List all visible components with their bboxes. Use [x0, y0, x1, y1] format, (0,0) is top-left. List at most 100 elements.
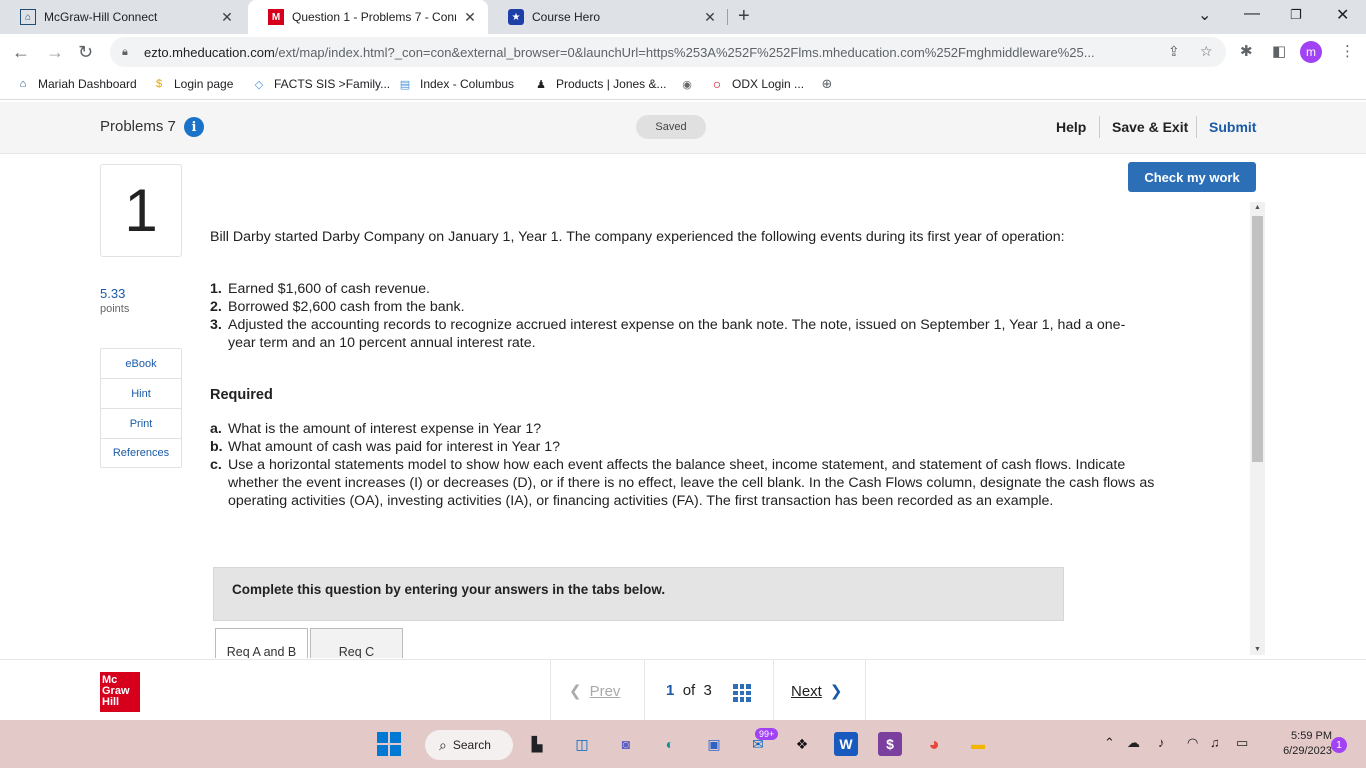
chrome-icon[interactable]: ◕ — [922, 732, 946, 756]
points-label: points — [100, 303, 130, 315]
menu-kebab-icon[interactable]: ⋮ — [1340, 42, 1355, 60]
back-icon[interactable]: ← — [12, 42, 30, 62]
bookmark-login-page[interactable]: $ Login page — [152, 77, 233, 91]
url-bar[interactable]: 🔒︎ ezto.mheducation.com/ext/map/index.ht… — [110, 37, 1226, 67]
task-view-icon[interactable]: ▙ — [525, 732, 549, 756]
app-dollar-icon[interactable]: $ — [878, 732, 902, 756]
lock-icon: 🔒︎ — [122, 45, 128, 58]
word-icon[interactable]: W — [834, 732, 858, 756]
next-button[interactable]: Next ❯ — [791, 682, 842, 700]
list-item: 3. Adjusted the accounting records to re… — [210, 317, 1126, 351]
content-scrollbar[interactable]: ▲ ▼ — [1250, 202, 1265, 655]
tab-req-a-and-b[interactable]: Req A and B — [215, 628, 308, 658]
battery-icon[interactable]: ▭ — [1236, 735, 1248, 751]
save-exit-link[interactable]: Save & Exit — [1112, 119, 1188, 135]
bookmark-eye[interactable]: ◉ — [680, 77, 702, 91]
bookmark-globe[interactable]: ⊕ — [820, 76, 842, 91]
check-my-work-button[interactable]: Check my work — [1128, 162, 1256, 192]
hint-link[interactable]: Hint — [101, 379, 181, 409]
header-divider — [1099, 116, 1100, 138]
close-tab-icon[interactable]: ✕ — [702, 9, 718, 26]
references-link[interactable]: References — [101, 439, 181, 467]
chevron-left-icon: ❮ — [569, 683, 582, 700]
bookmark-products-jones[interactable]: ♟ Products | Jones &... — [534, 77, 666, 91]
pager-divider — [773, 660, 774, 720]
new-tab-icon[interactable]: + — [738, 5, 750, 28]
microphone-icon[interactable]: ♪ — [1158, 735, 1165, 750]
taskbar-clock[interactable]: 5:59 PM 6/29/2023 — [1262, 729, 1332, 759]
scroll-down-arrow-icon[interactable]: ▼ — [1250, 646, 1265, 653]
assignment-footer: Mc Graw Hill ❮ Prev 1 of 3 Next ❯ — [0, 659, 1366, 720]
person-icon: ♟ — [536, 78, 546, 91]
scrollbar-thumb[interactable] — [1252, 216, 1263, 462]
tab-title: Question 1 - Problems 7 - Conne — [292, 10, 456, 24]
volume-icon[interactable]: ♫ — [1210, 735, 1220, 750]
forward-icon[interactable]: → — [46, 42, 64, 62]
page-indicator: 1 of 3 — [666, 682, 712, 699]
odx-circle-icon: ○ — [712, 76, 722, 92]
facts-diamond-icon: ◇ — [254, 78, 264, 91]
question-number: 1 — [100, 164, 182, 257]
bookmark-star-icon[interactable]: ☆ — [1200, 43, 1213, 60]
widgets-icon[interactable]: ◫ — [570, 732, 594, 756]
mail-unread-badge: 99+ — [755, 728, 779, 740]
saved-status-badge: Saved — [636, 115, 706, 139]
bookmark-mariah-dashboard[interactable]: ⌂ Mariah Dashboard — [16, 77, 137, 91]
list-item: 2. Borrowed $2,600 cash from the bank. — [210, 299, 465, 315]
prev-button[interactable]: ❮ Prev — [569, 682, 620, 700]
help-link[interactable]: Help — [1056, 119, 1086, 135]
taskbar-search[interactable]: ⌕ Search — [425, 730, 513, 760]
windows-start-icon[interactable] — [377, 732, 401, 756]
info-icon[interactable]: i — [184, 117, 204, 137]
store-icon[interactable]: ▣ — [702, 732, 726, 756]
submit-link[interactable]: Submit — [1209, 119, 1256, 135]
side-panel-icon[interactable]: ◧ — [1272, 42, 1286, 60]
tab-search-icon[interactable]: ⌄ — [1198, 5, 1211, 25]
address-toolbar: ← → ↻ 🔒︎ ezto.mheducation.com/ext/map/in… — [0, 34, 1366, 70]
print-link[interactable]: Print — [101, 409, 181, 439]
header-divider — [1196, 116, 1197, 138]
bookmark-odx-login[interactable]: ○ ODX Login ... — [710, 76, 804, 92]
assignment-title: Problems 7 — [100, 118, 176, 135]
globe-icon: ⊕ — [821, 76, 833, 91]
restore-icon[interactable]: ❐ — [1290, 7, 1302, 23]
tab-req-c[interactable]: Req C — [310, 628, 403, 658]
close-window-icon[interactable]: ✕ — [1336, 5, 1349, 25]
scroll-up-arrow-icon[interactable]: ▲ — [1250, 204, 1265, 211]
browser-tab-connect[interactable]: ⌂ McGraw-Hill Connect ✕ — [0, 0, 245, 34]
document-icon: ▤ — [399, 78, 411, 91]
file-explorer-icon[interactable]: ▬ — [966, 732, 990, 756]
bookmark-index-columbus[interactable]: ▤ Index - Columbus — [398, 77, 514, 91]
wifi-icon[interactable]: ◠ — [1187, 735, 1198, 751]
profile-avatar[interactable]: m — [1300, 41, 1322, 63]
ebook-link[interactable]: eBook — [101, 349, 181, 379]
close-tab-icon[interactable]: ✕ — [219, 9, 235, 26]
onedrive-cloud-icon[interactable]: ☁ — [1127, 735, 1140, 751]
search-icon: ⌕ — [439, 736, 447, 753]
question-intro: Bill Darby started Darby Company on Janu… — [210, 229, 1065, 245]
connect-home-icon: ⌂ — [19, 78, 27, 90]
teams-chat-icon[interactable]: ◙ — [614, 732, 638, 756]
mcgraw-hill-logo: Mc Graw Hill — [100, 672, 140, 712]
browser-tab-course-hero[interactable]: ★ Course Hero ✕ — [488, 0, 728, 34]
tab-title: Course Hero — [532, 10, 601, 24]
show-hidden-icons-icon[interactable]: ⌃ — [1104, 735, 1115, 751]
bookmark-facts-sis[interactable]: ◇ FACTS SIS >Family... — [252, 77, 390, 91]
minimize-icon[interactable]: — — [1244, 5, 1260, 23]
list-item: b. What amount of cash was paid for inte… — [210, 439, 561, 455]
assignment-header: Problems 7 i Saved Help Save & Exit Subm… — [0, 102, 1366, 154]
dropbox-icon[interactable]: ❖ — [790, 732, 814, 756]
question-grid-icon[interactable] — [733, 684, 751, 702]
notification-badge[interactable]: 1 — [1331, 737, 1347, 753]
reload-icon[interactable]: ↻ — [78, 42, 93, 62]
course-hero-star-icon: ★ — [508, 9, 524, 25]
windows-taskbar: ⌕ Search ▙ ◫ ◙ ◐ ▣ ✉ 99+ ❖ W $ ◕ ▬ ⌃ ☁ ♪… — [0, 720, 1366, 768]
url-text: ezto.mheducation.com/ext/map/index.html?… — [144, 44, 1095, 60]
close-tab-icon[interactable]: ✕ — [462, 9, 478, 26]
browser-tab-question[interactable]: M Question 1 - Problems 7 - Conne ✕ — [248, 0, 488, 34]
edge-icon[interactable]: ◐ — [658, 732, 682, 756]
dollar-coin-icon: $ — [155, 78, 163, 90]
extensions-icon[interactable]: ✱ — [1240, 42, 1253, 60]
mcgraw-hill-m-icon: M — [268, 9, 284, 25]
share-icon[interactable]: ⇪ — [1168, 43, 1180, 60]
